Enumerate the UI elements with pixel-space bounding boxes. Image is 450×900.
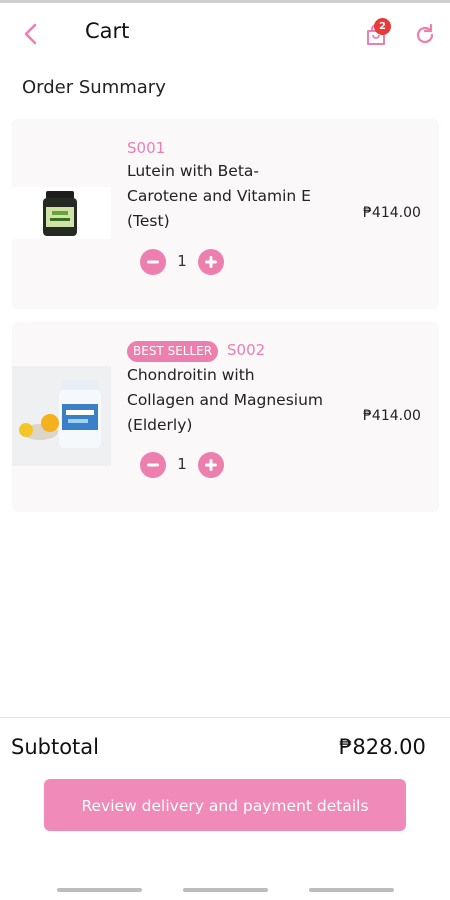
plus-icon xyxy=(205,459,217,471)
quantity-stepper: 1 xyxy=(140,452,230,478)
item-sku: S002 xyxy=(227,341,266,359)
increase-quantity-button[interactable] xyxy=(198,249,224,275)
refresh-button[interactable] xyxy=(412,22,438,48)
product-image xyxy=(12,366,111,466)
product-image xyxy=(12,187,111,239)
item-name: Lutein with Beta-Carotene and Vitamin E … xyxy=(127,162,311,230)
minus-icon xyxy=(147,463,159,467)
review-delivery-button[interactable]: Review delivery and payment details xyxy=(44,779,406,831)
page-title: Cart xyxy=(85,19,130,43)
quantity-stepper: 1 xyxy=(140,249,230,275)
item-name: Chondroitin with Collagen and Magnesium … xyxy=(127,366,324,434)
quantity-value: 1 xyxy=(177,252,187,270)
item-sku: S001 xyxy=(127,139,166,157)
item-price: ₱414.00 xyxy=(363,205,421,221)
quantity-value: 1 xyxy=(177,455,187,473)
item-price: ₱414.00 xyxy=(363,408,421,424)
increase-quantity-button[interactable] xyxy=(198,452,224,478)
back-button[interactable] xyxy=(18,20,46,48)
decrease-quantity-button[interactable] xyxy=(140,249,166,275)
best-seller-badge: BEST SELLER xyxy=(127,341,219,362)
subtotal-value: ₱828.00 xyxy=(339,735,426,759)
status-bar-line xyxy=(0,0,450,3)
cart-item: BEST SELLER S002 Chondroitin with Collag… xyxy=(12,322,439,512)
nav-gesture-bar xyxy=(309,888,394,892)
refresh-icon xyxy=(416,23,434,44)
nav-gesture-bar xyxy=(183,888,268,892)
order-summary-title: Order Summary xyxy=(22,77,166,98)
plus-icon xyxy=(205,256,217,268)
subtotal-label: Subtotal xyxy=(11,735,99,759)
cart-item: S001 Lutein with Beta-Carotene and Vitam… xyxy=(12,119,439,309)
footer-divider xyxy=(0,717,450,718)
cart-count-badge: 2 xyxy=(374,18,391,35)
app-header: Cart 2 xyxy=(0,10,450,56)
decrease-quantity-button[interactable] xyxy=(140,452,166,478)
chevron-left-icon xyxy=(24,23,37,45)
nav-gesture-bar xyxy=(57,888,142,892)
minus-icon xyxy=(147,260,159,264)
